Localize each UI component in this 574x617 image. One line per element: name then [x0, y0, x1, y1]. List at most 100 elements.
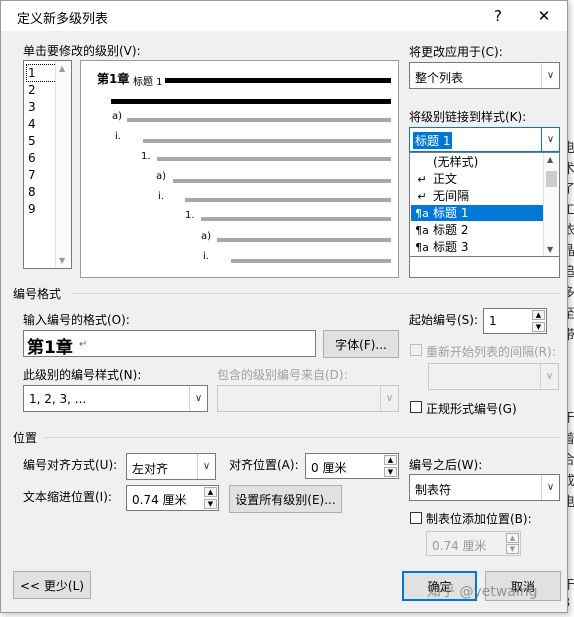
style-option[interactable]: (无样式) — [411, 154, 544, 170]
preview-heading-style: 标题 1 — [133, 77, 163, 88]
level-item[interactable]: 8 — [27, 184, 56, 200]
linked-style-icon: ¶a — [415, 224, 429, 237]
level-item[interactable]: 7 — [27, 167, 56, 183]
indent-label: 文本缩进位置(I): — [23, 490, 112, 504]
number-style-value: 1, 2, 3, ... — [29, 392, 87, 406]
follow-number-dropdown[interactable]: 制表符 ∨ — [409, 474, 560, 501]
preview-line — [185, 198, 391, 202]
style-option-selected[interactable]: ¶a 标题 1 — [411, 205, 544, 221]
style-option[interactable]: ¶a 标题 2 — [411, 222, 544, 238]
preview-level-label: a) — [201, 231, 212, 242]
align-dropdown[interactable]: 左对齐 ∨ — [126, 453, 216, 480]
level-item[interactable]: 2 — [27, 82, 56, 98]
align-value: 左对齐 — [132, 462, 169, 476]
paragraph-mark-icon: ↵ — [79, 339, 88, 350]
restart-list-checkbox[interactable] — [410, 344, 422, 356]
spin-up-icon[interactable]: ▲ — [384, 455, 397, 465]
start-number-label: 起始编号(S): — [409, 313, 479, 327]
format-label: 输入编号的格式(O): — [23, 313, 130, 327]
style-list-scrollbar[interactable]: ▲ ▼ — [543, 153, 559, 256]
level-listbox[interactable]: 1 2 3 4 5 6 7 8 9 ▲ ▼ — [23, 60, 72, 269]
preview-level-label: 1. — [185, 210, 195, 221]
style-option[interactable]: ↵ 正文 — [411, 171, 544, 187]
follow-number-label: 编号之后(W): — [409, 458, 483, 472]
apply-to-dropdown[interactable]: 整个列表 ∨ — [409, 62, 560, 89]
less-button[interactable]: << 更少(L) — [13, 571, 91, 599]
spin-up-icon[interactable]: ▲ — [532, 310, 545, 320]
level-scrollbar[interactable]: ▲ ▼ — [55, 61, 71, 268]
tab-stop-checkbox[interactable] — [410, 512, 422, 524]
align-at-spinner[interactable]: 0 厘米 ▲ ▼ — [305, 453, 399, 479]
title-bar: 定义新多级列表 ? ✕ — [1, 1, 567, 31]
style-option[interactable]: ↵ 无间隔 — [411, 188, 544, 204]
font-button[interactable]: 字体(F)... — [323, 330, 399, 358]
level-item[interactable]: 6 — [27, 150, 56, 166]
level-item[interactable]: 3 — [27, 99, 56, 115]
link-style-label: 将级别链接到样式(K): — [409, 110, 527, 124]
restart-list-dropdown[interactable]: ∨ — [428, 363, 559, 390]
preview-line — [157, 157, 391, 161]
preview-line — [143, 139, 391, 143]
style-option[interactable]: ¶a 标题 3 — [411, 239, 544, 255]
include-level-dropdown[interactable]: ∨ — [217, 385, 399, 412]
define-multilevel-list-dialog: 定义新多级列表 ? ✕ 单击要修改的级别(V): 1 2 3 4 5 6 7 8… — [0, 0, 568, 613]
scroll-up-icon[interactable]: ▲ — [59, 64, 65, 73]
level-item[interactable]: 1 — [26, 64, 57, 82]
start-number-spinner[interactable]: 1 ▲ ▼ — [483, 308, 547, 334]
spin-down-icon[interactable]: ▼ — [532, 322, 545, 332]
scroll-down-icon[interactable]: ▼ — [59, 256, 65, 265]
level-item[interactable]: 4 — [27, 116, 56, 132]
chevron-down-icon[interactable]: ∨ — [541, 475, 559, 500]
chevron-down-icon[interactable]: ∨ — [540, 364, 558, 389]
apply-to-value: 整个列表 — [415, 71, 464, 85]
link-style-value: 标题 1 — [413, 132, 453, 149]
restart-list-label: 重新开始列表的间隔(R): — [426, 345, 556, 359]
level-item[interactable]: 9 — [27, 201, 56, 217]
apply-to-label: 将更改应用于(C): — [409, 45, 503, 59]
preview-level-label: i. — [115, 131, 121, 142]
level-item[interactable]: 5 — [27, 133, 56, 149]
align-at-label: 对齐位置(A): — [229, 458, 299, 472]
spin-down-icon[interactable]: ▼ — [384, 467, 397, 477]
format-input[interactable]: 第1章 ↵ — [23, 330, 316, 358]
tab-stop-label: 制表位添加位置(B): — [426, 512, 532, 526]
link-style-list[interactable]: (无样式) ↵ 正文 ↵ 无间隔 ¶a 标题 1 ¶a 标题 2 ¶a 标题 3 ▲ ▼ — [409, 152, 560, 257]
chevron-down-icon[interactable]: ∨ — [541, 63, 559, 88]
start-number-value: 1 — [489, 314, 497, 328]
spin-up-icon[interactable]: ▲ — [204, 487, 217, 497]
preview-line-body — [111, 99, 391, 104]
chevron-down-icon[interactable]: ∨ — [197, 454, 215, 479]
scroll-up-icon[interactable]: ▲ — [547, 155, 553, 164]
chevron-down-icon[interactable]: ∨ — [380, 386, 398, 411]
preview-level-label: 1. — [141, 151, 151, 162]
indent-value: 0.74 厘米 — [132, 493, 187, 507]
follow-number-value: 制表符 — [415, 483, 452, 497]
preview-line — [217, 238, 391, 242]
close-button[interactable]: ✕ — [531, 5, 557, 27]
paragraph-style-icon: ↵ — [417, 173, 427, 186]
spin-down-icon[interactable]: ▼ — [506, 544, 519, 554]
chevron-down-icon[interactable]: ∨ — [541, 128, 559, 151]
level-select-label: 单击要修改的级别(V): — [23, 44, 141, 58]
legal-numbering-label: 正规形式编号(G) — [426, 402, 517, 416]
spin-up-icon[interactable]: ▲ — [506, 533, 519, 543]
tab-stop-spinner[interactable]: 0.74 厘米 ▲ ▼ — [426, 531, 521, 556]
scroll-down-icon[interactable]: ▼ — [547, 245, 553, 254]
spin-down-icon[interactable]: ▼ — [204, 499, 217, 509]
align-label: 编号对齐方式(U): — [23, 458, 118, 472]
scroll-thumb[interactable] — [546, 171, 557, 187]
watermark: 知乎 @yetwaing — [427, 584, 538, 600]
dialog-title: 定义新多级列表 — [17, 12, 109, 27]
legal-numbering-checkbox[interactable] — [410, 401, 422, 413]
set-all-levels-button[interactable]: 设置所有级别(E)... — [229, 485, 342, 513]
preview-line — [127, 118, 391, 122]
position-section-title: 位置 — [13, 431, 38, 445]
indent-spinner[interactable]: 0.74 厘米 ▲ ▼ — [126, 485, 219, 511]
link-style-dropdown[interactable]: 标题 1 ∨ — [409, 127, 560, 152]
chevron-down-icon[interactable]: ∨ — [189, 386, 207, 411]
section-divider — [45, 437, 559, 438]
help-button[interactable]: ? — [485, 5, 511, 27]
number-style-dropdown[interactable]: 1, 2, 3, ... ∨ — [23, 385, 208, 412]
preview-line — [231, 259, 391, 263]
preview-line — [201, 217, 391, 221]
